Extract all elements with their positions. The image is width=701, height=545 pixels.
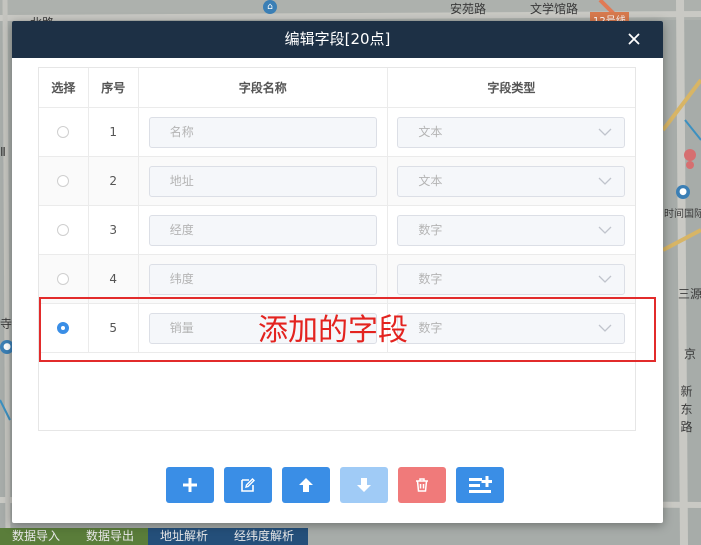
row-radio[interactable] — [57, 126, 70, 138]
edit-icon — [241, 478, 255, 492]
row-radio[interactable] — [57, 175, 70, 187]
field-name-input[interactable]: 经度 — [148, 214, 377, 246]
move-down-button[interactable] — [340, 467, 388, 503]
row-index: 1 — [89, 108, 139, 156]
field-type-select[interactable]: 文本 — [397, 165, 626, 197]
map-label: Ⅱ — [0, 145, 6, 159]
row-index: 3 — [89, 206, 139, 254]
landmark-icon: ⌂ — [263, 0, 277, 14]
field-toolbar — [166, 467, 504, 503]
annotation-text: 添加的字段 — [258, 313, 408, 348]
close-button[interactable] — [625, 30, 643, 48]
map-label: 新 东 路 — [679, 385, 693, 434]
import-data-button[interactable]: 数据导入 — [0, 528, 75, 545]
close-icon — [628, 33, 640, 45]
table-row[interactable]: 1 名称 文本 — [39, 108, 635, 157]
dialog-title: 编辑字段[20点] — [284, 30, 391, 48]
poi-icon: ● — [676, 185, 690, 199]
field-type-value: 文本 — [418, 124, 443, 139]
add-list-icon — [469, 476, 492, 493]
plus-icon — [183, 478, 197, 492]
chevron-down-icon — [598, 177, 612, 185]
map-label: 三源 — [678, 287, 701, 301]
map-bottom-toolbar: 数据导入 数据导出 地址解析 经纬度解析 — [0, 528, 309, 545]
move-up-button[interactable] — [282, 467, 330, 503]
dialog-header: 编辑字段[20点] — [12, 21, 663, 58]
geocode-button[interactable]: 地址解析 — [148, 528, 223, 545]
map-label: 京 — [684, 347, 697, 361]
map-label: 时间国际 — [664, 209, 701, 220]
map-label: 文学馆路 — [530, 2, 579, 16]
field-table: 选择 序号 字段名称 字段类型 1 名称 文本 2 地址 文本 3 经度 数字 … — [38, 67, 636, 431]
table-row[interactable]: 3 经度 数字 — [39, 206, 635, 255]
field-type-value: 数字 — [418, 271, 443, 286]
reverse-geocode-button[interactable]: 经纬度解析 — [222, 528, 309, 545]
map-label: 寺 — [0, 317, 13, 331]
edit-field-button[interactable] — [224, 467, 272, 503]
add-field-button[interactable] — [166, 467, 214, 503]
edit-fields-dialog: 编辑字段[20点] 选择 序号 字段名称 字段类型 1 名称 文本 2 地址 文… — [12, 21, 663, 523]
arrow-up-icon — [299, 478, 313, 492]
table-row[interactable]: 2 地址 文本 — [39, 157, 635, 206]
delete-field-button[interactable] — [398, 467, 446, 503]
export-data-button[interactable]: 数据导出 — [74, 528, 149, 545]
arrow-down-icon — [357, 478, 371, 492]
field-name-input[interactable]: 地址 — [148, 165, 377, 197]
field-type-select[interactable]: 数字 — [397, 214, 626, 246]
column-header-index: 序号 — [89, 68, 139, 107]
column-header-field-type: 字段类型 — [487, 81, 536, 95]
field-type-select[interactable]: 文本 — [397, 116, 626, 148]
field-type-select[interactable]: 数字 — [397, 263, 626, 295]
map-label: 安苑路 — [450, 2, 487, 16]
trash-icon — [416, 478, 428, 492]
row-radio[interactable] — [57, 273, 70, 285]
field-name-input[interactable]: 名称 — [148, 116, 377, 148]
field-type-value: 数字 — [418, 222, 443, 237]
table-header: 选择 序号 字段名称 字段类型 — [39, 68, 635, 108]
add-list-button[interactable] — [456, 467, 504, 503]
column-header-field-name: 字段名称 — [139, 68, 388, 107]
row-index: 4 — [89, 255, 139, 303]
column-header-select: 选择 — [39, 68, 89, 107]
chevron-down-icon — [598, 275, 612, 283]
field-name-input[interactable]: 纬度 — [148, 263, 377, 295]
field-type-value: 文本 — [418, 173, 443, 188]
chevron-down-icon — [598, 128, 612, 136]
row-index: 2 — [89, 157, 139, 205]
chevron-down-icon — [598, 226, 612, 234]
row-radio[interactable] — [57, 224, 70, 236]
